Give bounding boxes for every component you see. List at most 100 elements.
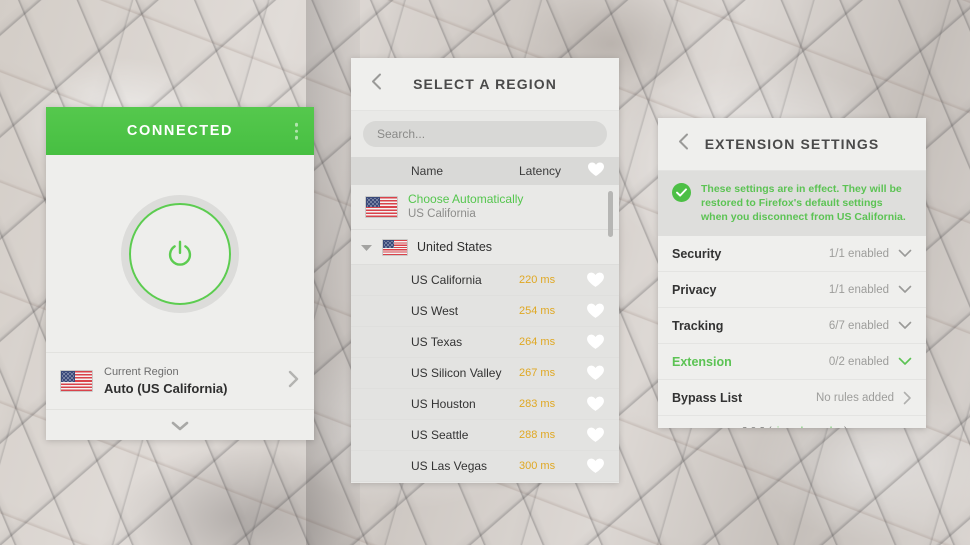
us-flag-icon bbox=[60, 370, 93, 392]
region-panel-header: SELECT A REGION bbox=[351, 58, 619, 111]
region-name: US California bbox=[411, 273, 482, 287]
settings-row-status: No rules added bbox=[816, 391, 894, 404]
settings-row-status: 1/1 enabled bbox=[828, 283, 889, 296]
settings-rows-container: Security 1/1 enabled Privacy 1/1 enabled Tra… bbox=[658, 236, 926, 416]
region-row[interactable]: US West 254 ms bbox=[351, 296, 619, 327]
region-latency: 283 ms bbox=[519, 398, 556, 410]
vpn-main-panel: CONNECTED Current Region Auto (US Califo… bbox=[46, 107, 314, 440]
region-name: US Las Vegas bbox=[411, 459, 488, 473]
region-group-label: United States bbox=[417, 240, 493, 254]
region-latency: 267 ms bbox=[519, 367, 556, 379]
power-button-ring-inner bbox=[129, 202, 231, 305]
region-list-scrollbar-thumb[interactable] bbox=[608, 191, 613, 237]
favorite-heart-icon[interactable] bbox=[586, 458, 605, 475]
chevron-down-icon bbox=[171, 421, 189, 431]
check-circle-icon bbox=[672, 183, 691, 202]
version-text: v2.0.2 bbox=[737, 425, 766, 428]
chevron-left-icon[interactable] bbox=[677, 132, 690, 157]
region-rows-container: US California 220 ms US West 254 ms US Texas… bbox=[351, 265, 619, 482]
region-row[interactable]: US Las Vegas 300 ms bbox=[351, 451, 619, 482]
choose-automatically-row[interactable]: Choose Automatically US California bbox=[351, 185, 619, 230]
region-row[interactable]: US Seattle 288 ms bbox=[351, 420, 619, 451]
kebab-menu-icon[interactable] bbox=[294, 122, 298, 140]
favorite-heart-icon[interactable] bbox=[586, 396, 605, 413]
settings-row-label: Extension bbox=[672, 354, 732, 369]
search-bar bbox=[351, 111, 619, 157]
changelog-paren-close: ) bbox=[844, 425, 848, 428]
region-name: US Texas bbox=[411, 335, 463, 349]
region-list-header: Name Latency bbox=[351, 157, 619, 185]
power-button-area bbox=[46, 155, 314, 352]
favorite-heart-icon[interactable] bbox=[586, 272, 605, 289]
current-region-texts: Current Region Auto (US California) bbox=[104, 365, 277, 397]
chevron-down-icon bbox=[898, 357, 912, 365]
power-button-ring-outer[interactable] bbox=[121, 194, 239, 313]
chevron-down-icon bbox=[898, 285, 912, 293]
choose-automatically-title: Choose Automatically bbox=[408, 191, 524, 206]
settings-row-security[interactable]: Security 1/1 enabled bbox=[658, 236, 926, 272]
region-name: US Seattle bbox=[411, 428, 469, 442]
settings-row-label: Bypass List bbox=[672, 390, 743, 405]
region-latency: 300 ms bbox=[519, 460, 556, 472]
settings-row-bypass-list[interactable]: Bypass List No rules added bbox=[658, 380, 926, 416]
region-row[interactable]: US Houston 283 ms bbox=[351, 389, 619, 420]
chevron-left-icon[interactable] bbox=[370, 72, 383, 97]
current-region-value: Auto (US California) bbox=[104, 381, 228, 396]
select-region-panel: SELECT A REGION Name Latency Choose Auto… bbox=[351, 58, 619, 483]
region-name: US Silicon Valley bbox=[411, 366, 502, 380]
chevron-right-icon bbox=[288, 369, 300, 393]
expand-panel-button[interactable] bbox=[46, 409, 314, 440]
region-name: US West bbox=[411, 304, 459, 318]
current-region-row[interactable]: Current Region Auto (US California) bbox=[46, 352, 314, 409]
favorite-heart-icon[interactable] bbox=[586, 365, 605, 382]
chevron-right-icon bbox=[903, 391, 911, 404]
column-header-name: Name bbox=[411, 164, 444, 178]
settings-row-privacy[interactable]: Privacy 1/1 enabled bbox=[658, 272, 926, 308]
settings-row-status: 1/1 enabled bbox=[828, 247, 889, 260]
search-input[interactable] bbox=[363, 121, 607, 147]
connection-status-header: CONNECTED bbox=[46, 107, 314, 155]
connection-status-text: CONNECTED bbox=[126, 123, 234, 139]
region-row[interactable]: US California 220 ms bbox=[351, 265, 619, 296]
favorite-heart-icon[interactable] bbox=[586, 303, 605, 320]
settings-notice-banner: These settings are in effect. They will … bbox=[658, 171, 926, 236]
settings-row-tracking[interactable]: Tracking 6/7 enabled bbox=[658, 308, 926, 344]
favorite-heart-icon[interactable] bbox=[586, 427, 605, 444]
settings-row-label: Privacy bbox=[672, 282, 717, 297]
caret-down-icon[interactable] bbox=[360, 243, 373, 252]
choose-automatically-subtitle: US California bbox=[408, 207, 476, 220]
favorites-filter-icon[interactable] bbox=[587, 162, 605, 181]
chevron-down-icon bbox=[898, 249, 912, 257]
version-row: v2.0.2 (view changelog) bbox=[658, 416, 926, 428]
region-row[interactable]: US Silicon Valley 267 ms bbox=[351, 358, 619, 389]
favorite-heart-icon[interactable] bbox=[586, 334, 605, 351]
region-list-scrollbar-track[interactable] bbox=[608, 187, 616, 482]
us-flag-icon bbox=[365, 195, 398, 218]
settings-row-status: 6/7 enabled bbox=[828, 319, 889, 332]
settings-row-label: Tracking bbox=[672, 318, 724, 333]
region-latency: 264 ms bbox=[519, 336, 556, 348]
settings-row-status: 0/2 enabled bbox=[828, 355, 889, 368]
region-name: US Houston bbox=[411, 397, 476, 411]
settings-panel-header: EXTENSION SETTINGS bbox=[658, 118, 926, 171]
region-latency: 288 ms bbox=[519, 429, 556, 441]
column-header-latency: Latency bbox=[519, 164, 562, 178]
settings-row-extension[interactable]: Extension 0/2 enabled bbox=[658, 344, 926, 380]
extension-settings-panel: EXTENSION SETTINGS These settings are in… bbox=[658, 118, 926, 428]
region-list-body[interactable]: Choose Automatically US California Unite… bbox=[351, 185, 619, 483]
current-region-label: Current Region bbox=[104, 366, 179, 378]
power-button-icon bbox=[168, 240, 192, 266]
view-changelog-link[interactable]: view changelog bbox=[772, 425, 844, 428]
settings-panel-title: EXTENSION SETTINGS bbox=[704, 136, 880, 152]
chevron-down-icon bbox=[898, 321, 912, 329]
region-row[interactable]: US Texas 264 ms bbox=[351, 327, 619, 358]
region-panel-title: SELECT A REGION bbox=[413, 76, 557, 92]
settings-row-label: Security bbox=[672, 246, 722, 261]
settings-notice-text: These settings are in effect. They will … bbox=[701, 183, 906, 223]
us-flag-icon bbox=[382, 238, 408, 256]
region-latency: 220 ms bbox=[519, 274, 556, 286]
screenshot-stage: CONNECTED Current Region Auto (US Califo… bbox=[0, 0, 970, 545]
region-group-united-states[interactable]: United States bbox=[351, 230, 619, 265]
choose-automatically-texts: Choose Automatically US California bbox=[408, 192, 523, 222]
region-latency: 254 ms bbox=[519, 305, 556, 317]
